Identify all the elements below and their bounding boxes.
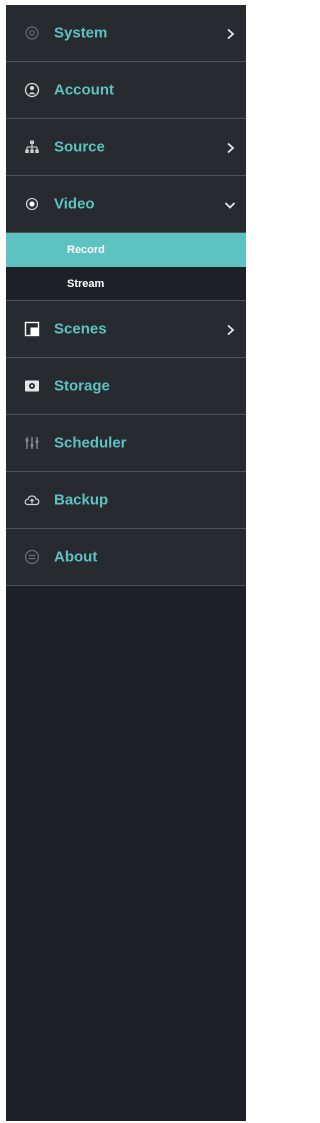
scheduler-icon xyxy=(24,435,40,451)
chevron-right-icon xyxy=(224,323,236,336)
menu-item-backup[interactable]: Backup xyxy=(6,472,246,529)
settings-sidebar: System Account Source Video Record Strea… xyxy=(6,5,246,1121)
chevron-right-icon xyxy=(224,141,236,154)
menu-item-label: Backup xyxy=(54,491,109,509)
settings-menu: System Account Source Video Record Strea… xyxy=(6,5,246,586)
menu-item-label: Account xyxy=(54,81,114,99)
menu-item-video[interactable]: Video xyxy=(6,176,246,233)
submenu-item-label: Stream xyxy=(67,277,105,290)
info-icon xyxy=(24,549,40,565)
sitemap-icon xyxy=(24,139,40,155)
gear-icon xyxy=(24,25,40,41)
record-dot-icon xyxy=(24,196,40,212)
menu-item-scheduler[interactable]: Scheduler xyxy=(6,415,246,472)
submenu-item-record[interactable]: Record xyxy=(6,233,246,267)
menu-item-label: Scenes xyxy=(54,320,107,338)
menu-item-label: Source xyxy=(54,138,105,156)
scenes-icon xyxy=(24,321,40,337)
menu-item-label: Video xyxy=(54,195,95,213)
submenu-item-stream[interactable]: Stream xyxy=(6,267,246,301)
chevron-down-icon xyxy=(224,198,236,210)
storage-icon xyxy=(24,378,40,394)
menu-item-label: About xyxy=(54,548,98,566)
menu-item-storage[interactable]: Storage xyxy=(6,358,246,415)
menu-item-label: Storage xyxy=(54,377,110,395)
menu-item-account[interactable]: Account xyxy=(6,62,246,119)
menu-item-scenes[interactable]: Scenes xyxy=(6,301,246,358)
chevron-right-icon xyxy=(224,27,236,40)
menu-item-system[interactable]: System xyxy=(6,5,246,62)
user-icon xyxy=(24,82,40,98)
submenu-item-label: Record xyxy=(67,244,105,256)
menu-item-label: System xyxy=(54,24,108,42)
menu-item-label: Scheduler xyxy=(54,434,127,452)
menu-item-source[interactable]: Source xyxy=(6,119,246,176)
cloud-icon xyxy=(24,492,40,508)
menu-item-about[interactable]: About xyxy=(6,529,246,586)
